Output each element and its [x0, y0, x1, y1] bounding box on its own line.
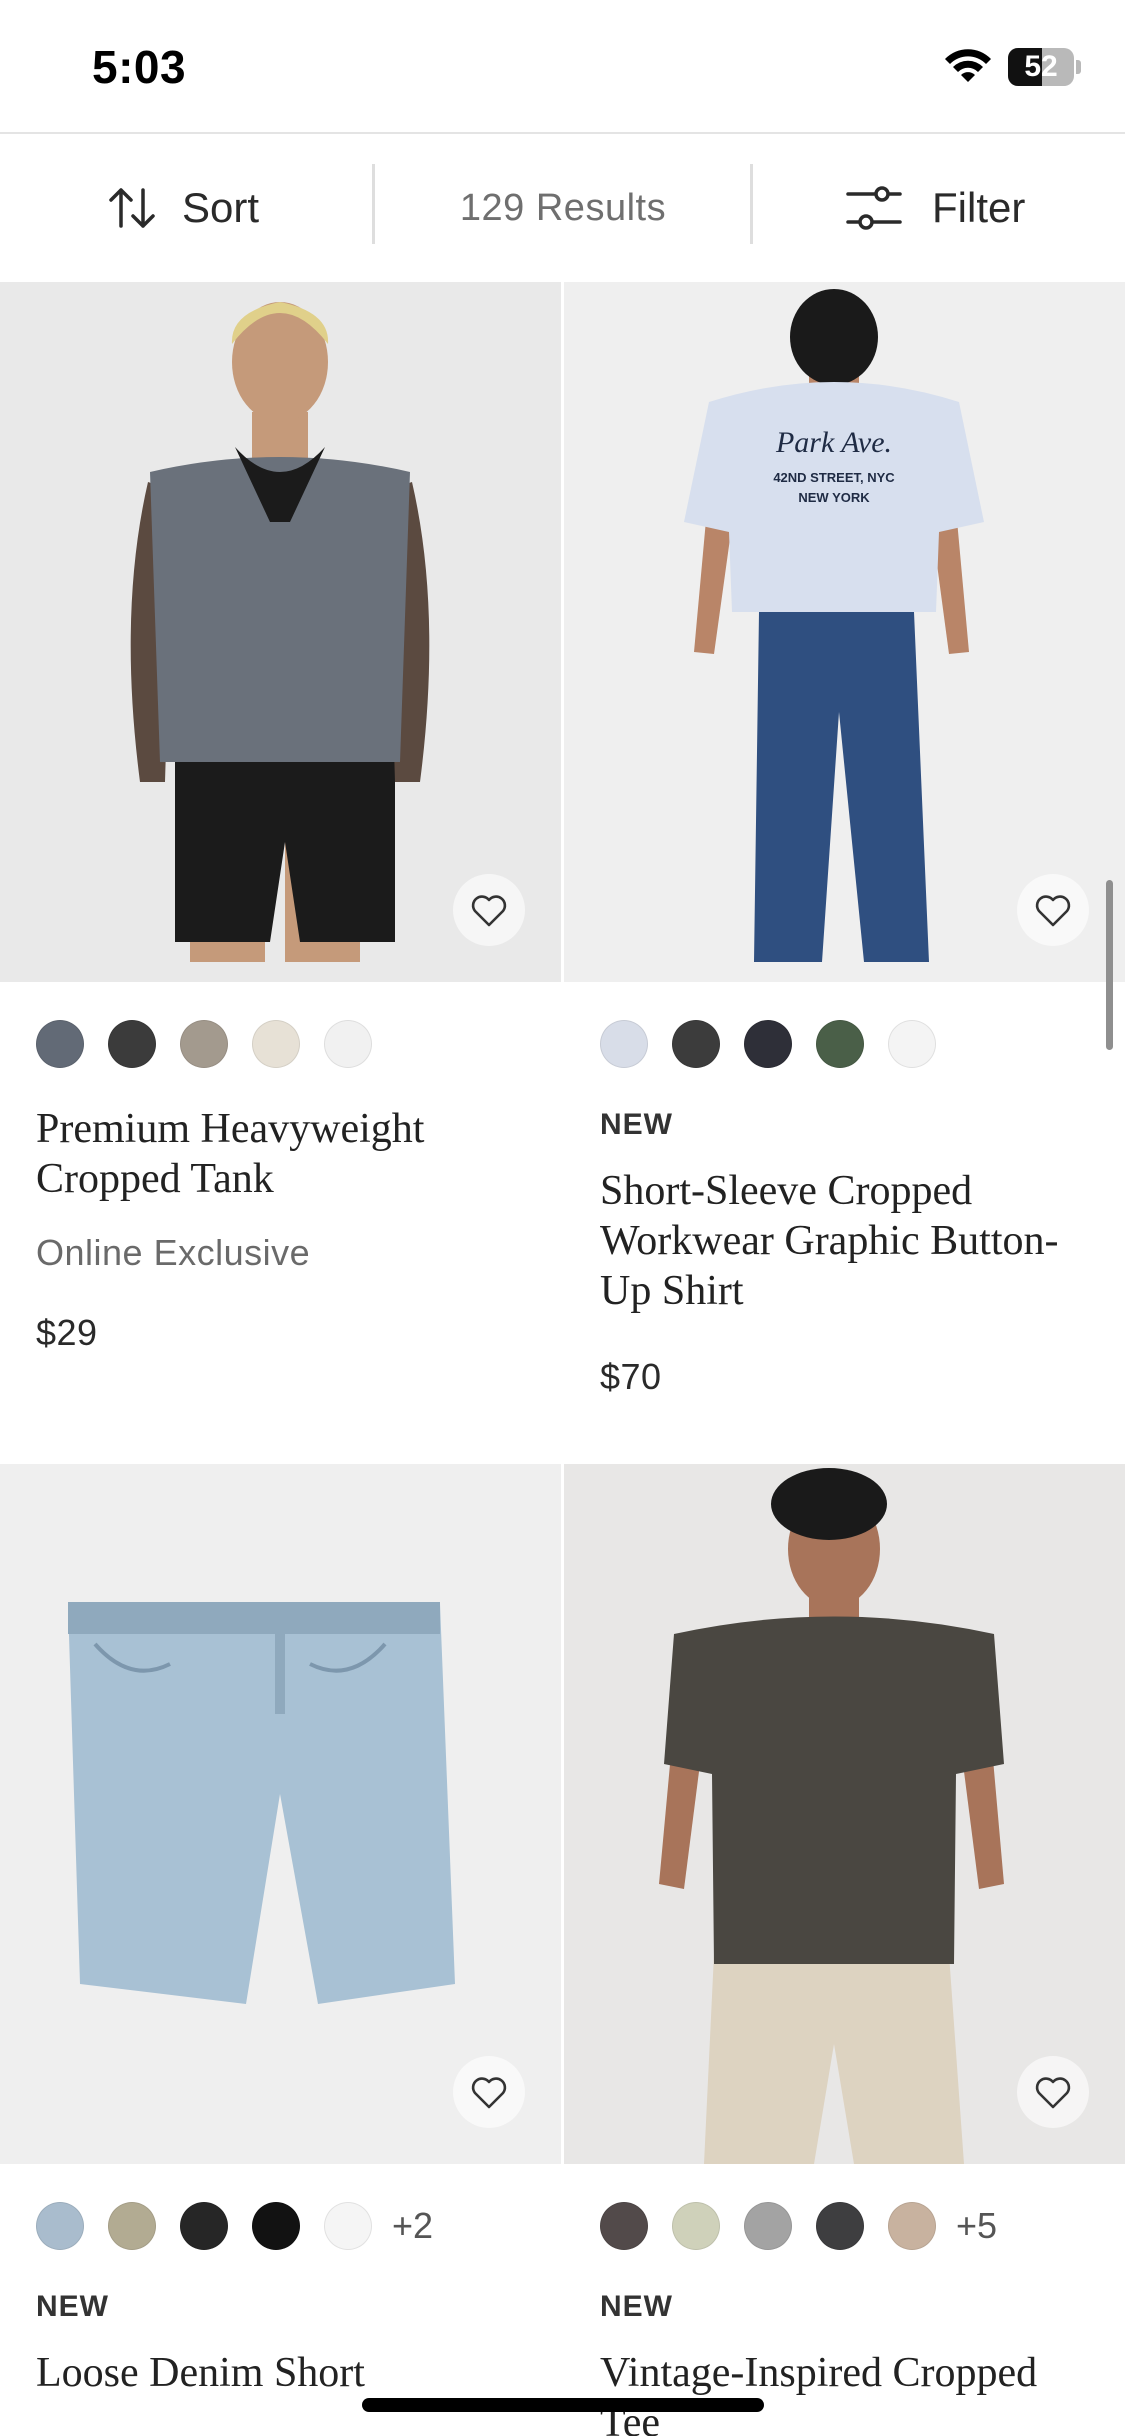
color-swatch-5[interactable]	[324, 2202, 372, 2250]
battery-level-text: 52	[1024, 50, 1058, 83]
sort-arrows-icon	[109, 188, 155, 228]
more-colors-count[interactable]: +5	[956, 2205, 997, 2247]
color-swatch-3[interactable]	[180, 1020, 228, 1068]
color-swatch-5[interactable]	[888, 1020, 936, 1068]
color-swatch-1[interactable]	[36, 2202, 84, 2250]
color-swatches	[36, 1018, 396, 1070]
color-swatches: +5	[600, 2200, 997, 2252]
color-swatch-4[interactable]	[252, 2202, 300, 2250]
color-swatches: +2	[36, 2200, 433, 2252]
wishlist-button[interactable]	[453, 2056, 525, 2128]
color-swatch-1[interactable]	[600, 1020, 648, 1068]
heart-icon	[1035, 895, 1071, 927]
filter-button[interactable]: Filter	[846, 134, 1025, 282]
new-badge: NEW	[600, 1108, 673, 1141]
product-title[interactable]: Loose Denim Short	[36, 2348, 506, 2398]
color-swatch-5[interactable]	[888, 2202, 936, 2250]
product-image[interactable]	[0, 1464, 561, 2164]
color-swatch-2[interactable]	[108, 2202, 156, 2250]
product-title[interactable]: Short-Sleeve Cropped Workwear Graphic Bu…	[600, 1166, 1070, 1316]
new-badge: NEW	[36, 2290, 109, 2323]
sort-label: Sort	[182, 184, 260, 231]
color-swatch-2[interactable]	[672, 2202, 720, 2250]
color-swatch-1[interactable]	[36, 1020, 84, 1068]
heart-icon	[471, 895, 507, 927]
toolbar-divider	[372, 164, 375, 244]
results-count: 129 Results	[459, 187, 667, 229]
color-swatch-3[interactable]	[180, 2202, 228, 2250]
wishlist-button[interactable]	[1017, 2056, 1089, 2128]
filter-label: Filter	[932, 184, 1026, 231]
color-swatch-5[interactable]	[324, 1020, 372, 1068]
heart-icon	[1035, 2077, 1071, 2109]
scrollbar[interactable]	[1106, 880, 1113, 1050]
color-swatches	[600, 1018, 960, 1070]
color-swatch-4[interactable]	[252, 1020, 300, 1068]
new-badge: NEW	[600, 2290, 673, 2323]
svg-text:42ND STREET, NYC: 42ND STREET, NYC	[773, 470, 895, 485]
home-indicator[interactable]	[362, 2398, 764, 2412]
sort-filter-toolbar: Sort 129 Results Filter	[0, 132, 1125, 282]
color-swatch-4[interactable]	[816, 1020, 864, 1068]
color-swatch-3[interactable]	[744, 2202, 792, 2250]
product-title[interactable]: Vintage-Inspired Cropped Tee	[600, 2348, 1070, 2436]
color-swatch-2[interactable]	[108, 1020, 156, 1068]
product-title[interactable]: Premium Heavyweight Cropped Tank	[36, 1104, 506, 1204]
filter-sliders-icon	[846, 186, 902, 230]
more-colors-count[interactable]: +2	[392, 2205, 433, 2247]
svg-text:Park Ave.: Park Ave.	[775, 426, 892, 459]
product-image[interactable]	[564, 1464, 1125, 2164]
toolbar-divider	[750, 164, 753, 244]
wishlist-button[interactable]	[453, 874, 525, 946]
sort-button[interactable]: Sort	[106, 134, 259, 282]
status-time: 5:03	[92, 41, 187, 93]
wishlist-button[interactable]	[1017, 874, 1089, 946]
product-note: Online Exclusive	[36, 1232, 311, 1273]
color-swatch-1[interactable]	[600, 2202, 648, 2250]
color-swatch-4[interactable]	[816, 2202, 864, 2250]
product-price: $29	[36, 1312, 98, 1353]
battery-icon: 52	[1008, 48, 1081, 86]
color-swatch-2[interactable]	[672, 1020, 720, 1068]
wifi-icon	[945, 49, 991, 82]
color-swatch-3[interactable]	[744, 1020, 792, 1068]
product-image[interactable]: Park Ave. 42ND STREET, NYC NEW YORK	[564, 282, 1125, 982]
product-image[interactable]	[0, 282, 561, 982]
heart-icon	[471, 2077, 507, 2109]
product-price: $70	[600, 1356, 662, 1397]
status-bar: 5:03 52	[0, 0, 1125, 132]
svg-text:NEW YORK: NEW YORK	[798, 490, 870, 505]
